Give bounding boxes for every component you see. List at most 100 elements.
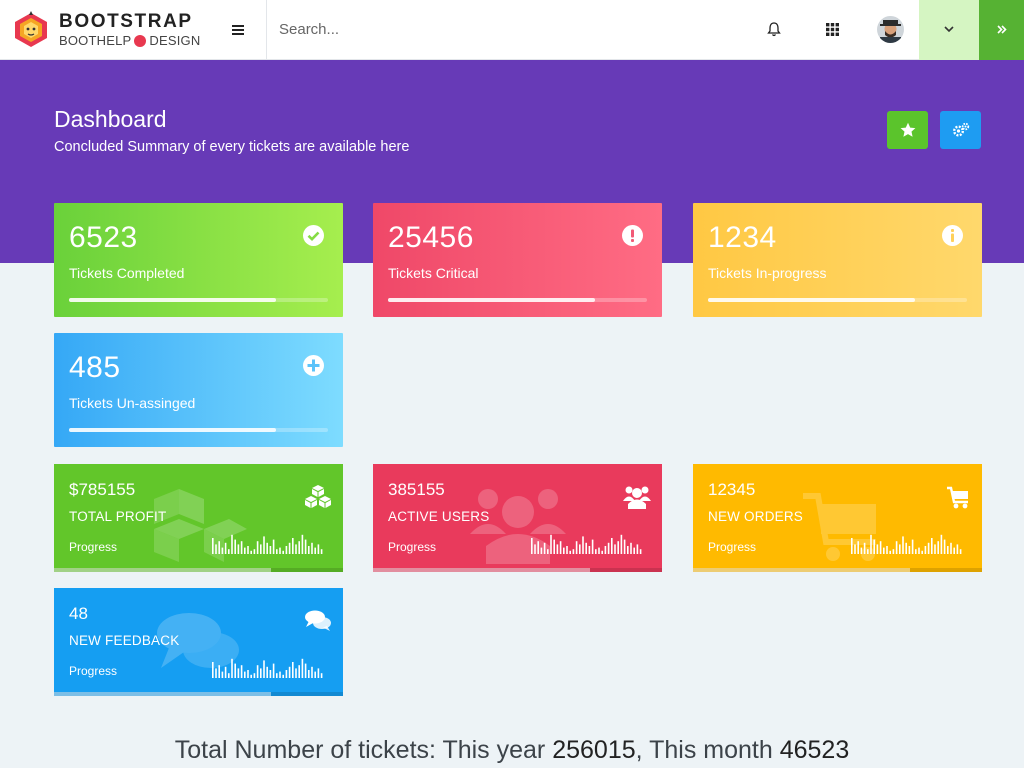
brand[interactable]: BOOTSTRAP BOOTHELP DESIGN	[0, 0, 210, 60]
sparkline-bar	[630, 542, 632, 554]
sparkline-bar	[301, 534, 304, 554]
sparkline-bar	[851, 538, 853, 554]
sparkline-bar	[915, 549, 917, 554]
sparkline-bar	[301, 658, 304, 678]
sparkline-bar	[531, 538, 533, 554]
search-input[interactable]	[267, 21, 745, 38]
info-card-new-feedback[interactable]: 48 NEW FEEDBACK Progress	[54, 588, 343, 696]
sparkline-bar	[556, 544, 559, 554]
sparkline-bar	[320, 673, 323, 678]
sparkline-bar	[927, 542, 930, 554]
sparkline-bar	[886, 546, 888, 554]
sparkline-bar	[247, 670, 249, 678]
stat-card-in-progress[interactable]: 1234 Tickets In-progress	[693, 203, 982, 317]
sparkline-bar	[247, 546, 249, 554]
sparkline-bar	[959, 549, 962, 554]
sparkline-bar	[566, 546, 568, 554]
sparkline-bar	[311, 666, 313, 678]
sparkline-bar	[611, 538, 613, 554]
gears-icon	[952, 122, 969, 137]
sparkline-bar	[272, 539, 275, 554]
search-bar	[267, 0, 745, 60]
sparkline-bar	[889, 550, 891, 554]
sparkline-bar	[918, 547, 920, 554]
sparkline-bar	[614, 544, 616, 554]
sparkline-bar	[269, 670, 272, 678]
sparkline-bar	[908, 546, 911, 554]
sparkline-bar	[569, 550, 571, 554]
sparkline-bar	[282, 674, 284, 678]
sparkline-bar	[595, 549, 597, 554]
info-circle-icon	[942, 225, 963, 246]
sparkline-bar	[212, 662, 214, 678]
stat-card-completed[interactable]: 6523 Tickets Completed	[54, 203, 343, 317]
sparkline-bar	[295, 668, 297, 678]
sparkline-bar	[921, 550, 923, 554]
settings-button[interactable]	[940, 111, 981, 149]
sparkline-bar	[899, 544, 901, 554]
sparkline	[212, 534, 323, 554]
info-progress-bar	[54, 692, 343, 696]
sparkline-bar	[224, 542, 227, 554]
info-card-active-users[interactable]: 385155 ACTIVE USERS Progress	[373, 464, 662, 572]
stat-value: 25456	[388, 221, 474, 254]
plus-circle-icon	[303, 355, 324, 376]
notifications-button[interactable]	[745, 0, 803, 60]
brand-sub-left: BOOTHELP	[59, 33, 132, 48]
sparkline-bar	[854, 544, 856, 554]
sparkline-bar	[553, 539, 555, 554]
star-icon	[900, 122, 915, 137]
info-progress-label: Progress	[69, 540, 118, 554]
sparkline	[851, 534, 962, 554]
brand-sub-right: DESIGN	[149, 33, 201, 48]
sparkline-bar	[879, 541, 882, 554]
stat-card-unassigned[interactable]: 485 Tickets Un-assinged	[54, 333, 343, 447]
sparkline-bar	[304, 663, 307, 678]
favorite-button[interactable]	[887, 111, 928, 149]
info-progress-bar	[693, 568, 982, 572]
apps-grid-button[interactable]	[803, 0, 861, 60]
sparkline-bar	[940, 534, 943, 554]
sparkline-bar	[857, 541, 859, 554]
double-chevron-right-icon	[996, 25, 1007, 34]
top-navbar: BOOTSTRAP BOOTHELP DESIGN	[0, 0, 1024, 60]
sparkline-bar	[221, 671, 224, 678]
sparkline-bar	[288, 666, 291, 678]
sparkline-bar	[883, 547, 885, 554]
dropdown-button[interactable]	[919, 0, 979, 60]
expand-panel-button[interactable]	[979, 0, 1024, 60]
info-value: 12345	[708, 480, 756, 499]
info-value: 385155	[388, 480, 445, 499]
info-card-new-orders[interactable]: 12345 NEW ORDERS Progress	[693, 464, 982, 572]
sparkline-bar	[598, 547, 600, 554]
sparkline-bar	[876, 544, 879, 554]
summary-mid: , This month	[635, 736, 773, 764]
info-progress-bar	[373, 568, 662, 572]
sparkline-bar	[617, 541, 619, 554]
menu-toggle-button[interactable]	[210, 0, 267, 60]
sparkline-bar	[295, 544, 297, 554]
sparkline-bar	[572, 549, 575, 554]
sparkline-bar	[231, 534, 233, 554]
stat-progress	[69, 298, 328, 302]
info-progress-label: Progress	[708, 540, 757, 554]
page-title: Dashboard	[54, 106, 167, 132]
sparkline-bar	[633, 547, 635, 554]
sparkline-bar	[867, 549, 869, 554]
sparkline-bar	[311, 542, 313, 554]
stat-card-critical[interactable]: 25456 Tickets Critical	[373, 203, 662, 317]
sparkline-bar	[228, 673, 230, 678]
user-menu-button[interactable]	[861, 0, 919, 60]
sparkline-bar	[266, 666, 268, 678]
sparkline-bar	[298, 541, 300, 554]
sparkline-bar	[263, 660, 265, 678]
sparkline	[531, 534, 642, 554]
sparkline-bar	[263, 536, 265, 554]
sparkline-bar	[924, 546, 927, 554]
info-title: TOTAL PROFIT	[69, 509, 167, 524]
sparkline-bar	[256, 541, 259, 554]
cubes-icon	[305, 485, 331, 508]
sparkline-bar	[895, 541, 898, 554]
stat-label: Tickets In-progress	[708, 265, 827, 281]
info-card-total-profit[interactable]: $785155 TOTAL PROFIT Progress	[54, 464, 343, 572]
